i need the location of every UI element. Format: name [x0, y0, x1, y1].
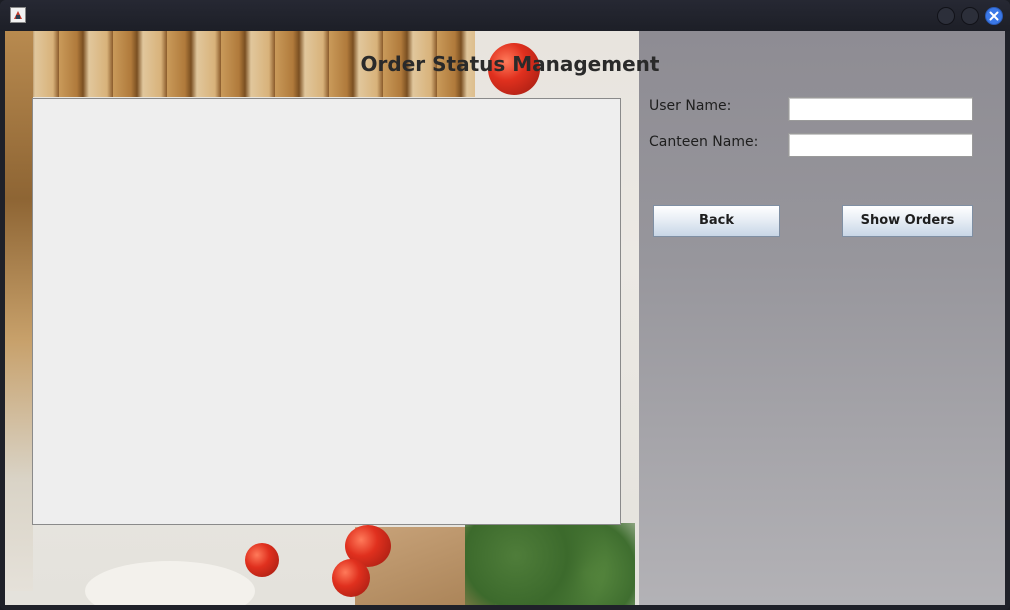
java-app-icon — [10, 7, 26, 23]
back-button[interactable]: Back — [653, 205, 780, 237]
canteen-name-field[interactable] — [788, 133, 973, 157]
tomato-decoration — [245, 543, 279, 577]
page-title: Order Status Management — [360, 52, 660, 76]
user-name-field[interactable] — [788, 97, 973, 121]
show-orders-button[interactable]: Show Orders — [842, 205, 973, 237]
tomato-decoration — [332, 559, 370, 597]
bread-decoration-left — [5, 31, 33, 591]
close-icon[interactable] — [985, 7, 1003, 25]
orders-list[interactable] — [32, 98, 621, 525]
title-bar[interactable] — [0, 0, 1010, 31]
app-window: Order Status Management User Name: Cante… — [0, 0, 1010, 610]
maximize-icon[interactable] — [961, 7, 979, 25]
user-name-label: User Name: — [649, 98, 732, 114]
canteen-name-label: Canteen Name: — [649, 134, 759, 150]
form-content: Order Status Management User Name: Cante… — [5, 31, 1005, 605]
herbs-decoration — [465, 523, 635, 605]
minimize-icon[interactable] — [937, 7, 955, 25]
